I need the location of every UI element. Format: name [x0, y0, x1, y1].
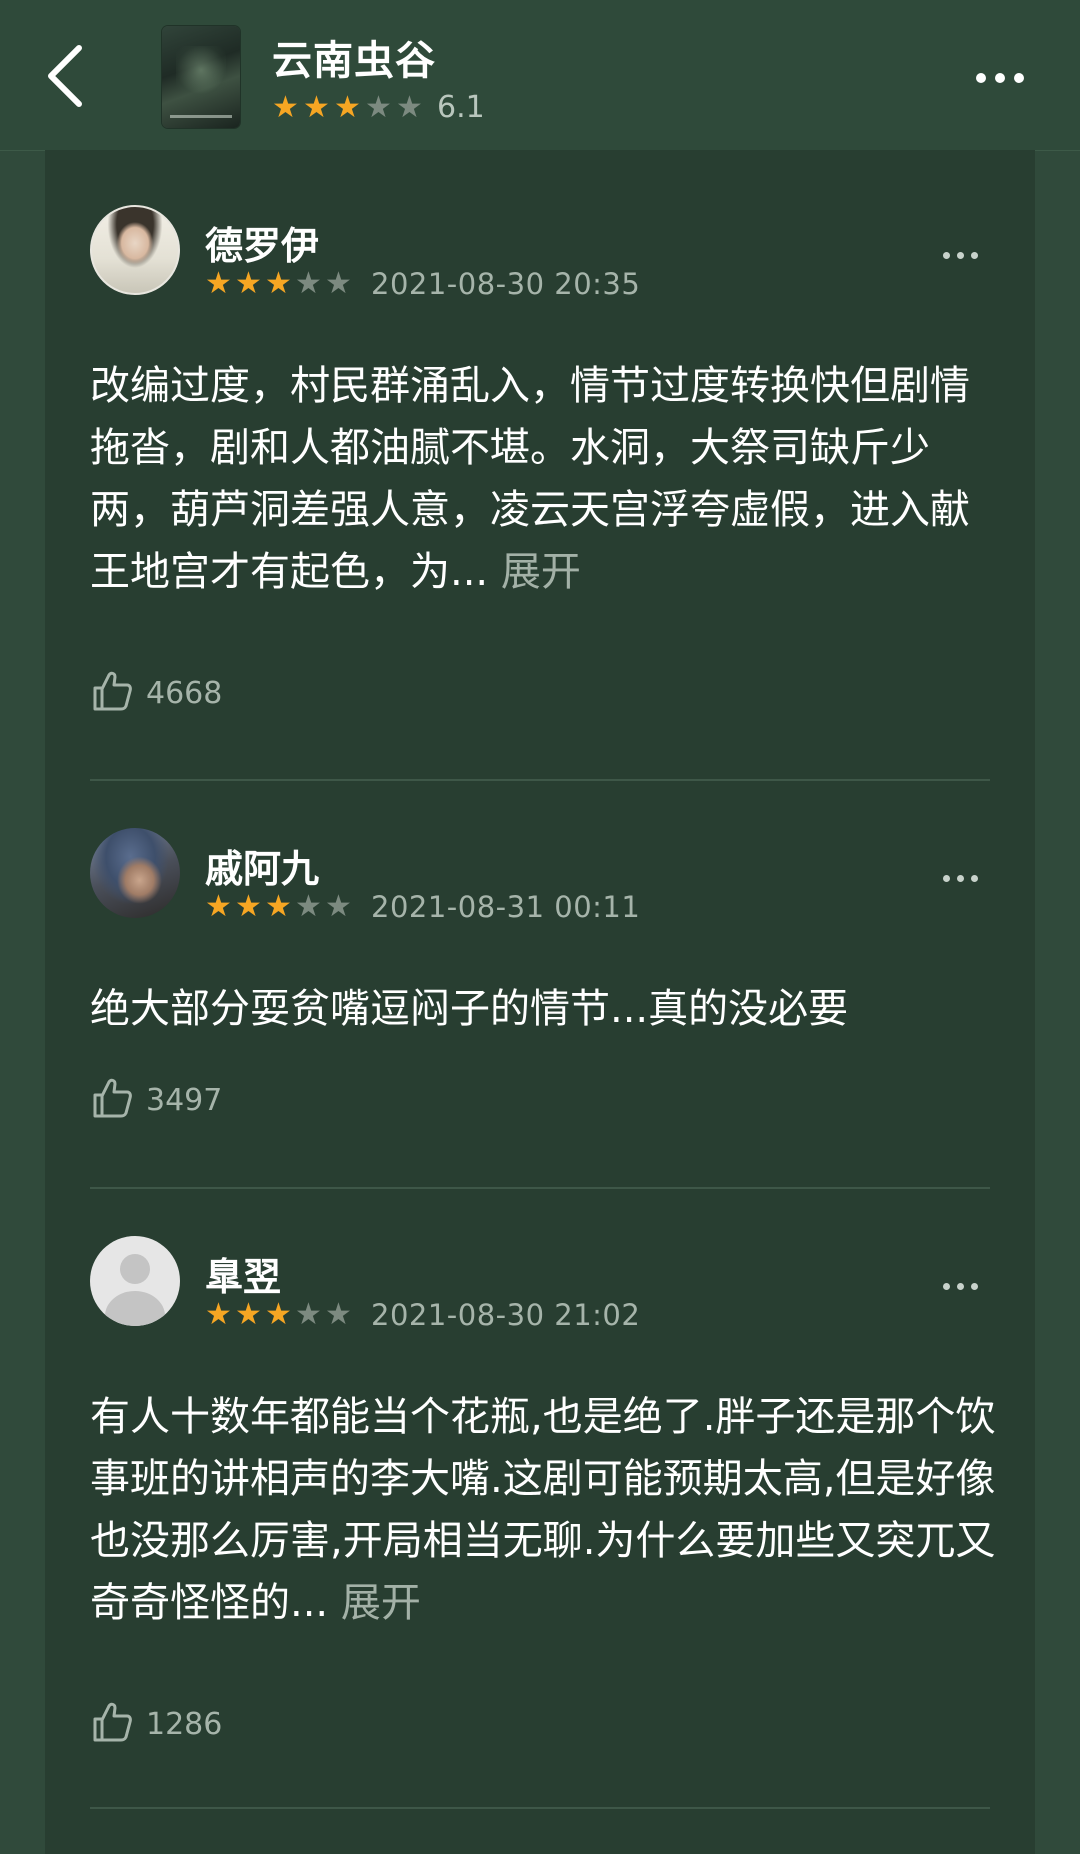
like-count: 4668: [146, 675, 223, 711]
more-horizontal-icon: [942, 251, 950, 259]
star-icon-filled: ★: [205, 266, 232, 301]
like-count: 3497: [146, 1082, 223, 1118]
review-meta: ★ ★ ★ ★ ★ 2021-08-31 00:11: [205, 890, 640, 924]
like-button[interactable]: 4668: [90, 669, 222, 717]
star-icon-filled: ★: [303, 89, 330, 125]
review-meta: ★ ★ ★ ★ ★ 2021-08-30 20:35: [205, 267, 640, 301]
review-body: 有人十数年都能当个花瓶,也是绝了.胖子还是那个饮事班的讲相声的李大嘴.这剧可能预…: [90, 1394, 996, 1626]
star-icon-empty: ★: [396, 89, 423, 125]
star-icon-empty: ★: [295, 1297, 322, 1332]
review-more-button[interactable]: [930, 1266, 990, 1306]
review-date: 2021-08-30 20:35: [371, 267, 641, 301]
avatar[interactable]: [90, 1236, 180, 1326]
like-count: 1286: [146, 1706, 223, 1742]
review-card: 德罗伊 ★ ★ ★ ★ ★ 2021-08-30 20:35 改编过度，村民群涌…: [90, 205, 990, 711]
star-icon-filled: ★: [205, 1297, 232, 1332]
avatar[interactable]: [90, 205, 180, 295]
expand-link[interactable]: 展开: [501, 549, 581, 595]
like-button[interactable]: 3497: [90, 1076, 222, 1124]
back-button[interactable]: [30, 38, 100, 118]
review-text: 有人十数年都能当个花瓶,也是绝了.胖子还是那个饮事班的讲相声的李大嘴.这剧可能预…: [90, 1386, 1000, 1634]
star-icon-filled: ★: [205, 889, 232, 924]
star-icon-filled: ★: [235, 266, 262, 301]
divider: [90, 1187, 990, 1189]
review-username[interactable]: 戚阿九: [205, 838, 319, 893]
review-meta: ★ ★ ★ ★ ★ 2021-08-30 21:02: [205, 1298, 640, 1332]
star-icon-filled: ★: [334, 89, 361, 125]
review-more-button[interactable]: [930, 858, 990, 898]
more-horizontal-icon: [942, 874, 950, 882]
divider: [90, 779, 990, 781]
divider: [90, 1807, 990, 1809]
show-poster-thumbnail[interactable]: [162, 26, 240, 128]
review-date: 2021-08-31 00:11: [371, 890, 641, 924]
more-horizontal-icon: [976, 73, 986, 83]
review-date: 2021-08-30 21:02: [371, 1298, 641, 1332]
star-icon-filled: ★: [265, 889, 292, 924]
top-bar: 云南虫谷 ★ ★ ★ ★ ★ 6.1: [0, 0, 1080, 151]
star-icon-filled: ★: [272, 89, 299, 125]
review-body: 绝大部分耍贫嘴逗闷子的情节...真的没必要: [90, 986, 849, 1032]
star-icon-empty: ★: [295, 266, 322, 301]
review-list: 德罗伊 ★ ★ ★ ★ ★ 2021-08-30 20:35 改编过度，村民群涌…: [45, 150, 1035, 1854]
like-button[interactable]: 1286: [90, 1700, 222, 1748]
more-options-button[interactable]: [960, 48, 1040, 108]
review-card: 臯翌 ★ ★ ★ ★ ★ 2021-08-30 21:02 有人十数年都能当个花…: [90, 1236, 995, 1742]
more-horizontal-icon: [942, 1282, 950, 1290]
chevron-left-icon: [45, 44, 85, 112]
review-text: 改编过度，村民群涌乱入，情节过度转换快但剧情拖沓，剧和人都油腻不堪。水洞，大祭司…: [90, 355, 1000, 603]
review-more-button[interactable]: [930, 235, 990, 275]
avatar[interactable]: [90, 828, 180, 918]
rating-score: 6.1: [437, 90, 485, 125]
star-icon-empty: ★: [295, 889, 322, 924]
star-icon-empty: ★: [365, 89, 392, 125]
star-icon-filled: ★: [235, 889, 262, 924]
expand-link[interactable]: 展开: [341, 1580, 421, 1626]
review-username[interactable]: 德罗伊: [205, 215, 319, 270]
star-icon-empty: ★: [325, 1297, 352, 1332]
show-rating: ★ ★ ★ ★ ★ 6.1: [272, 90, 485, 125]
star-icon-filled: ★: [235, 1297, 262, 1332]
thumbs-up-icon: [90, 1700, 134, 1748]
review-card: 戚阿九 ★ ★ ★ ★ ★ 2021-08-31 00:11 绝大部分耍贫嘴逗闷…: [90, 828, 990, 1118]
show-title: 云南虫谷: [272, 38, 436, 84]
review-text: 绝大部分耍贫嘴逗闷子的情节...真的没必要: [90, 978, 1000, 1040]
star-icon-filled: ★: [265, 266, 292, 301]
star-icon-filled: ★: [265, 1297, 292, 1332]
star-icon-empty: ★: [325, 266, 352, 301]
thumbs-up-icon: [90, 1076, 134, 1124]
review-username[interactable]: 臯翌: [205, 1246, 281, 1301]
thumbs-up-icon: [90, 669, 134, 717]
star-icon-empty: ★: [325, 889, 352, 924]
